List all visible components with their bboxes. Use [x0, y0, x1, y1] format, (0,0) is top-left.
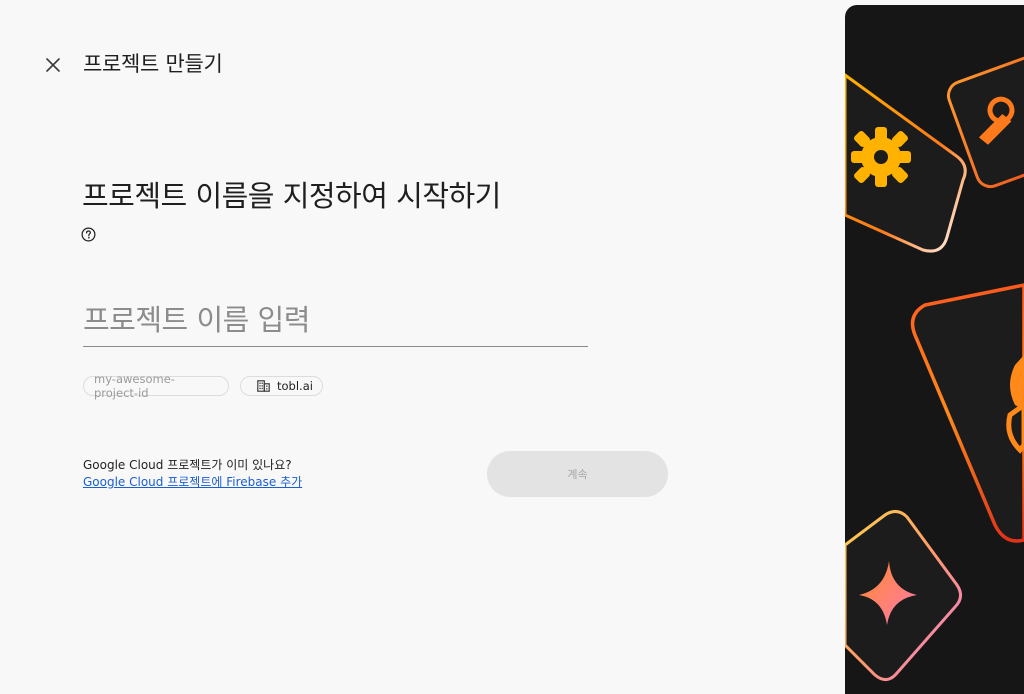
building-icon: [257, 380, 270, 392]
page-title: 프로젝트 만들기: [83, 52, 223, 76]
project-name-field[interactable]: [83, 298, 588, 347]
help-circle-icon[interactable]: [81, 227, 96, 242]
existing-project-question: Google Cloud 프로젝트가 이미 있나요?: [83, 458, 292, 472]
tile-star: [845, 510, 962, 681]
add-firebase-link[interactable]: Google Cloud 프로젝트에 Firebase 추가: [83, 474, 302, 491]
project-id-text: my-awesome-project-id: [94, 372, 175, 400]
continue-button[interactable]: 계속: [487, 451, 668, 497]
project-name-input[interactable]: [83, 298, 588, 342]
tile-gear: [845, 73, 967, 253]
create-project-page: 프로젝트 만들기 프로젝트 이름을 지정하여 시작하기 my-awesome-p…: [0, 0, 1024, 694]
hero-artwork: [845, 51, 1024, 681]
organization-name: tobl.ai: [277, 379, 313, 393]
organization-chip[interactable]: tobl.ai: [240, 376, 323, 396]
tile-large: [910, 283, 1024, 543]
hero-illustration: [845, 5, 1024, 694]
headline: 프로젝트 이름을 지정하여 시작하기: [82, 179, 501, 213]
project-id-chip[interactable]: my-awesome-project-id: [83, 372, 229, 400]
close-button[interactable]: [39, 51, 67, 79]
close-icon: [46, 58, 60, 72]
